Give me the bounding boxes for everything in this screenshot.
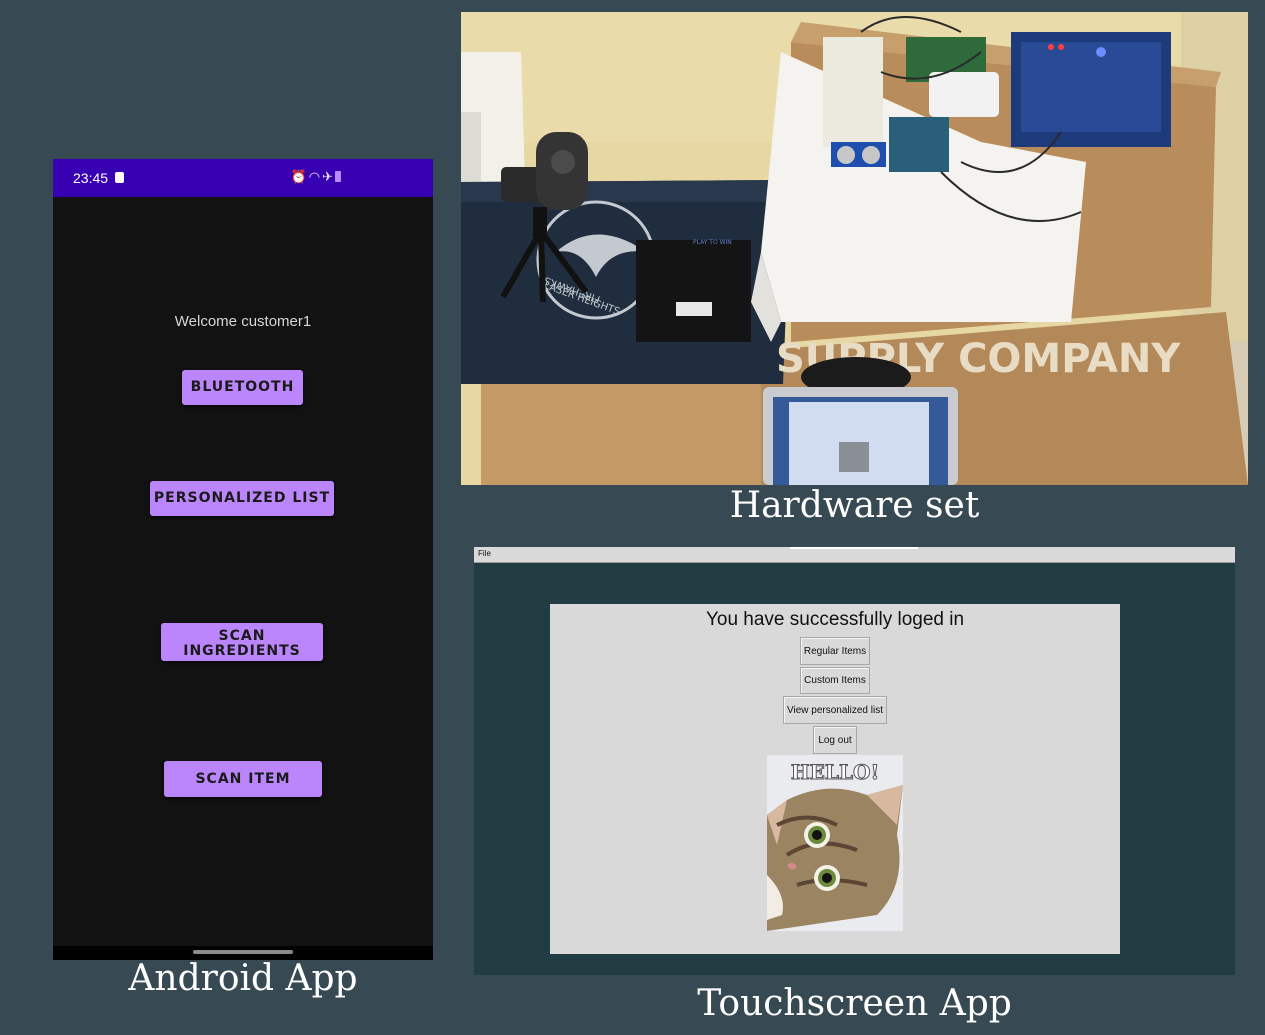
- login-panel: You have successfully loged in Regular I…: [550, 604, 1120, 954]
- wifi-icon: ◠: [308, 169, 323, 184]
- android-app-screen: 23:45 ⏰◠✈ Welcome customer1 BLUETOOTH PE…: [53, 159, 433, 960]
- ultrasonic-sensor: [831, 142, 886, 167]
- status-time: 23:45: [73, 170, 109, 186]
- scan-ingredients-button[interactable]: SCAN INGREDIENTS: [161, 623, 323, 661]
- hardware-set-caption: Hardware set: [729, 485, 980, 526]
- login-success-heading: You have successfully loged in: [705, 609, 965, 630]
- custom-items-button[interactable]: Custom Items: [800, 667, 870, 694]
- airplane-icon: ✈: [322, 169, 335, 184]
- view-personalized-list-button[interactable]: View personalized list: [783, 696, 887, 724]
- android-app-caption: Android App: [128, 958, 358, 999]
- touchscreen-app-window: File You have successfully loged in Regu…: [474, 547, 1235, 975]
- log-out-button[interactable]: Log out: [813, 726, 857, 754]
- battery-icon: [335, 171, 341, 182]
- personalized-list-button[interactable]: PERSONALIZED LIST: [150, 481, 334, 516]
- alarm-icon: ⏰: [290, 169, 309, 184]
- status-bar: 23:45 ⏰◠✈: [53, 159, 433, 197]
- menu-bar: File: [474, 547, 1235, 563]
- scan-item-button[interactable]: SCAN ITEM: [164, 761, 322, 797]
- touchscreen-app-caption: Touchscreen App: [697, 983, 1012, 1024]
- home-gesture-handle[interactable]: [193, 950, 293, 954]
- bluetooth-button[interactable]: BLUETOOTH: [182, 370, 303, 405]
- hardware-photo: FIREHAWKS LASER HEIGHTS PLAY TO WIN SUPP…: [461, 12, 1248, 485]
- sim-icon: [115, 172, 124, 183]
- regular-items-button[interactable]: Regular Items: [800, 637, 870, 665]
- play-to-win-text: PLAY TO WIN: [693, 239, 732, 246]
- hello-text: HELLO!: [791, 760, 879, 784]
- file-menu[interactable]: File: [478, 549, 491, 558]
- window-tab-indicator: [790, 547, 918, 549]
- hello-cat-image: HELLO!: [767, 755, 903, 931]
- welcome-text: Welcome customer1: [174, 313, 312, 330]
